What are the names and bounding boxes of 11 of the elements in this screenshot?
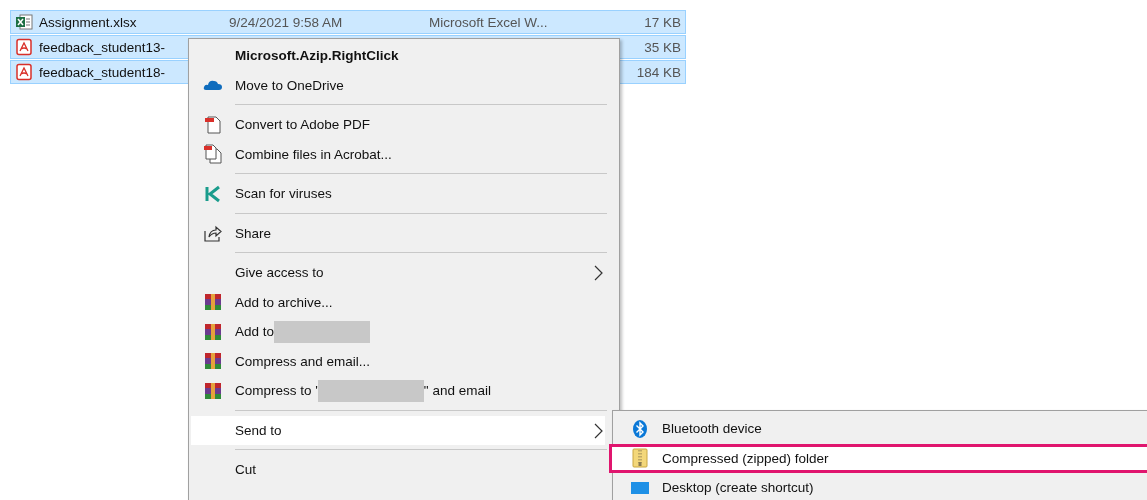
file-name: feedback_student18-: [39, 64, 167, 80]
menu-label: Compress to ': [235, 383, 318, 399]
file-size: 17 KB: [644, 14, 681, 30]
menu-label: Add to: [235, 324, 275, 340]
file-name: feedback_student13-: [39, 39, 167, 55]
menu-label: " and email: [423, 383, 491, 399]
file-name: Assignment.xlsx: [39, 14, 138, 30]
file-type: Microsoft Excel W...: [429, 14, 548, 30]
file-date: 9/24/2021 9:58 AM: [229, 14, 343, 30]
file-size: 184 KB: [636, 64, 681, 80]
file-size: 35 KB: [644, 39, 681, 55]
